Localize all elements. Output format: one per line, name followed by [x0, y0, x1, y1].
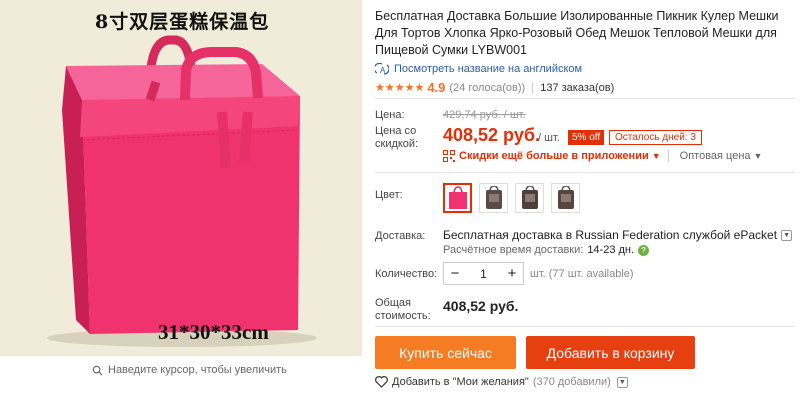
translate-icon: A — [375, 63, 389, 75]
qr-code-icon — [443, 150, 455, 162]
total-price: 408,52 руб. — [443, 298, 519, 314]
divider — [375, 98, 795, 99]
sale-price-label: Цена со скидкой: — [375, 125, 419, 150]
add-to-wishlist-link[interactable]: Добавить в "Мои желания" — [392, 376, 529, 388]
color-swatch-black-1[interactable] — [479, 183, 508, 213]
black-bag-thumbnail — [485, 186, 502, 209]
color-swatches — [443, 183, 580, 213]
total-label: Общая стоимость: — [375, 297, 431, 322]
product-details: Бесплатная Доставка Большие Изолированны… — [375, 8, 795, 95]
star-rating-icon: ★★★★★ — [375, 82, 425, 94]
buy-now-button[interactable]: Купить сейчас — [375, 336, 516, 369]
wholesale-price-link[interactable]: Оптовая цена — [680, 150, 751, 162]
wishlist-row: Добавить в "Мои желания" (370 добавили) … — [375, 376, 628, 388]
chevron-down-icon[interactable]: ▼ — [652, 151, 661, 161]
image-caption-size: 31*30*33cm — [158, 320, 269, 344]
sale-price: 408,52 руб. — [443, 125, 540, 145]
old-price: 429,74 руб. / шт. — [443, 109, 526, 121]
votes-link[interactable]: (24 голоса(ов)) — [449, 82, 525, 94]
chevron-down-icon[interactable]: ▼ — [616, 376, 628, 388]
black-bag-thumbnail — [521, 186, 538, 209]
color-swatch-pink[interactable] — [443, 183, 472, 213]
divider — [375, 172, 795, 173]
color-label: Цвет: — [375, 189, 403, 201]
shipping-label: Доставка: — [375, 230, 426, 242]
magnifier-icon — [92, 365, 103, 376]
product-image[interactable]: 8寸双层蛋糕保温包 31*30*33cm — [0, 0, 362, 356]
image-caption-top: 8寸双层蛋糕保温包 — [95, 11, 270, 33]
delivery-estimate-label: Расчётное время доставки: — [443, 244, 584, 256]
divider — [532, 81, 534, 94]
chevron-down-icon[interactable]: ▼ — [754, 151, 763, 161]
quantity-label: Количество: — [375, 268, 438, 280]
shipping-method[interactable]: Бесплатная доставка в Russian Federation… — [443, 228, 793, 242]
translate-title-text[interactable]: Посмотреть название на английском — [394, 63, 582, 75]
per-unit: / шт. — [538, 132, 560, 144]
app-discount-link[interactable]: Скидки ещё больше в приложении — [459, 150, 649, 162]
delivery-estimate: Расчётное время доставки: 14-23 дн. ? — [443, 244, 650, 256]
quantity-available: шт. (77 шт. available) — [530, 268, 634, 280]
days-left-badge: Осталось дней: 3 — [609, 130, 702, 145]
chevron-down-icon[interactable]: ▼ — [781, 229, 793, 241]
rating-value: 4.9 — [427, 80, 446, 95]
quantity-input[interactable]: 1 — [480, 267, 487, 281]
heart-icon[interactable] — [375, 376, 388, 388]
color-swatch-black-2[interactable] — [515, 183, 544, 213]
discount-badge: 5% off — [568, 130, 605, 145]
divider — [667, 150, 669, 162]
shipping-method-text[interactable]: Бесплатная доставка в Russian Federation… — [443, 228, 777, 242]
product-photo — [47, 35, 317, 347]
app-discount-row: Скидки ещё больше в приложении ▼ Оптовая… — [443, 150, 762, 162]
product-title: Бесплатная Доставка Большие Изолированны… — [375, 9, 779, 57]
delivery-estimate-days: 14-23 дн. — [587, 244, 635, 256]
black-bag-thumbnail — [557, 186, 574, 209]
help-icon[interactable]: ? — [638, 244, 650, 256]
divider — [375, 326, 795, 327]
price-label: Цена: — [375, 109, 405, 121]
quantity-decrease-button[interactable]: − — [444, 265, 466, 282]
quantity-stepper: − 1 + — [443, 262, 524, 285]
wishlist-count: (370 добавили) — [532, 376, 611, 388]
zoom-hint: Наведите курсор, чтобы увеличить — [92, 364, 287, 376]
rating-row: ★★★★★ 4.9 (24 голоса(ов)) 137 заказа(ов) — [375, 80, 795, 95]
pink-bag-thumbnail — [448, 186, 467, 209]
orders-count: 137 заказа(ов) — [540, 81, 615, 94]
quantity-increase-button[interactable]: + — [501, 265, 523, 282]
color-swatch-black-3[interactable] — [551, 183, 580, 213]
add-to-cart-button[interactable]: Добавить в корзину — [526, 336, 695, 369]
translate-title-link[interactable]: A Посмотреть название на английском — [375, 63, 795, 75]
zoom-hint-text: Наведите курсор, чтобы увеличить — [108, 364, 287, 376]
